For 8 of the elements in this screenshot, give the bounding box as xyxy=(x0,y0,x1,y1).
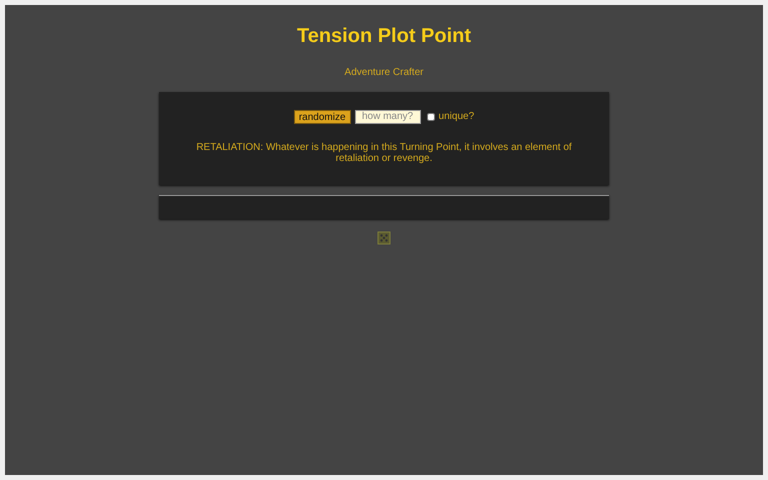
randomize-button[interactable]: randomize xyxy=(294,110,351,124)
count-field[interactable]: how many? xyxy=(354,110,421,124)
page-title: Tension Plot Point xyxy=(296,24,472,49)
unique-label: unique? xyxy=(438,110,474,124)
dice-icon[interactable] xyxy=(377,231,391,245)
result-text: RETALIATION: Whatever is happening in this Turning Point, it involves an element of retaliation or revenge. xyxy=(195,142,573,164)
page-subtitle: Adventure Crafter xyxy=(344,66,424,80)
unique-checkbox[interactable] xyxy=(426,112,435,120)
